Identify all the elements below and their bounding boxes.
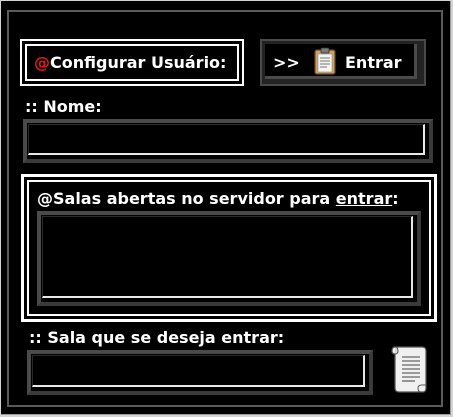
rooms-list[interactable] xyxy=(37,211,421,306)
room-input-bevel xyxy=(32,355,365,387)
main-window: @ Configurar Usuário: >> Entrar :: Nome: … xyxy=(1,1,451,415)
rooms-list-bevel xyxy=(42,216,413,298)
configure-user-text: Configurar Usuário: xyxy=(50,53,227,72)
configure-user-label-inner: @ Configurar Usuário: xyxy=(25,44,239,81)
name-label: :: Nome: xyxy=(25,97,102,116)
room-label: :: Sala que se deseja entrar: xyxy=(29,328,285,347)
enter-button-arrows: >> xyxy=(273,53,300,72)
rooms-panel: @Salas abertas no servidor para entrar: xyxy=(21,174,437,322)
enter-button[interactable]: >> Entrar xyxy=(260,39,426,86)
scroll-icon[interactable] xyxy=(387,342,429,396)
configure-user-label: @ Configurar Usuário: xyxy=(20,39,244,86)
rooms-title-start: @Salas abertas no servidor para xyxy=(37,189,336,208)
name-input[interactable] xyxy=(23,119,433,163)
room-input[interactable] xyxy=(27,350,373,395)
rooms-panel-inner: @Salas abertas no servidor para entrar: xyxy=(27,180,431,316)
rooms-panel-title: @Salas abertas no servidor para entrar: xyxy=(37,189,399,208)
rooms-title-link: entrar xyxy=(335,189,393,208)
enter-button-face: >> Entrar xyxy=(265,44,417,79)
clipboard-icon xyxy=(314,47,336,75)
name-input-bevel xyxy=(28,124,425,155)
rooms-title-end: : xyxy=(392,189,399,208)
enter-button-label: Entrar xyxy=(345,53,402,72)
configure-user-prefix: @ xyxy=(34,53,50,72)
